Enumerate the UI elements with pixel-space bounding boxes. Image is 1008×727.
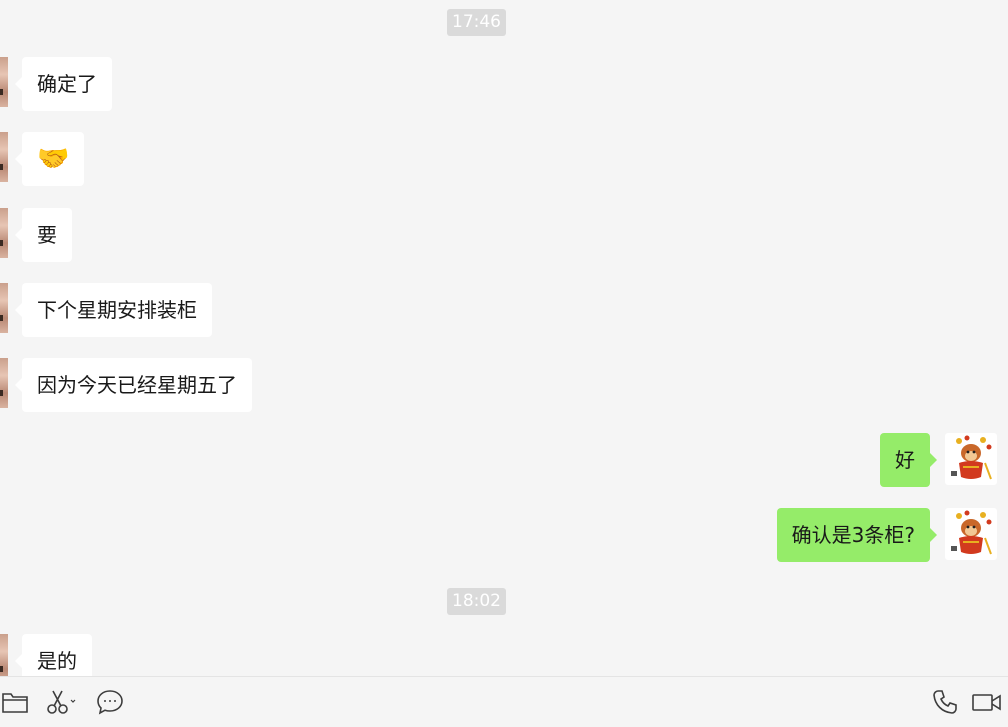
contact-avatar[interactable] (0, 57, 8, 107)
message-bubble-incoming[interactable]: 要 (15, 208, 72, 262)
user-avatar[interactable] (945, 508, 997, 560)
monkey-king-icon (951, 435, 992, 480)
input-toolbar (0, 676, 1008, 727)
phone-icon[interactable] (930, 687, 960, 717)
contact-avatar[interactable] (0, 358, 8, 408)
message-bubble-incoming[interactable]: 确定了 (15, 57, 112, 111)
contact-avatar[interactable] (0, 208, 8, 258)
chat-message-area[interactable]: 17:46 确定了 🤝 要 下个星期安排装柜 因为今天已经星期五了 好 确认是3… (0, 0, 1008, 676)
contact-avatar[interactable] (0, 634, 8, 676)
message-bubble-incoming[interactable]: 因为今天已经星期五了 (15, 358, 252, 412)
user-avatar[interactable] (945, 433, 997, 485)
contact-avatar[interactable] (0, 283, 8, 333)
folder-icon[interactable] (0, 687, 30, 717)
timestamp: 17:46 (447, 9, 506, 36)
message-bubble-outgoing[interactable]: 好 (880, 433, 937, 487)
message-bubble-incoming[interactable]: 是的 (15, 634, 92, 676)
chat-bubble-icon[interactable] (95, 687, 125, 717)
monkey-king-icon (951, 510, 992, 555)
video-call-icon[interactable] (972, 687, 1002, 717)
message-bubble-incoming[interactable]: 下个星期安排装柜 (15, 283, 212, 337)
message-bubble-outgoing[interactable]: 确认是3条柜? (776, 508, 938, 562)
scissors-icon[interactable] (46, 687, 76, 717)
timestamp: 18:02 (447, 588, 506, 615)
message-bubble-incoming[interactable]: 🤝 (14, 132, 85, 186)
contact-avatar[interactable] (0, 132, 8, 182)
